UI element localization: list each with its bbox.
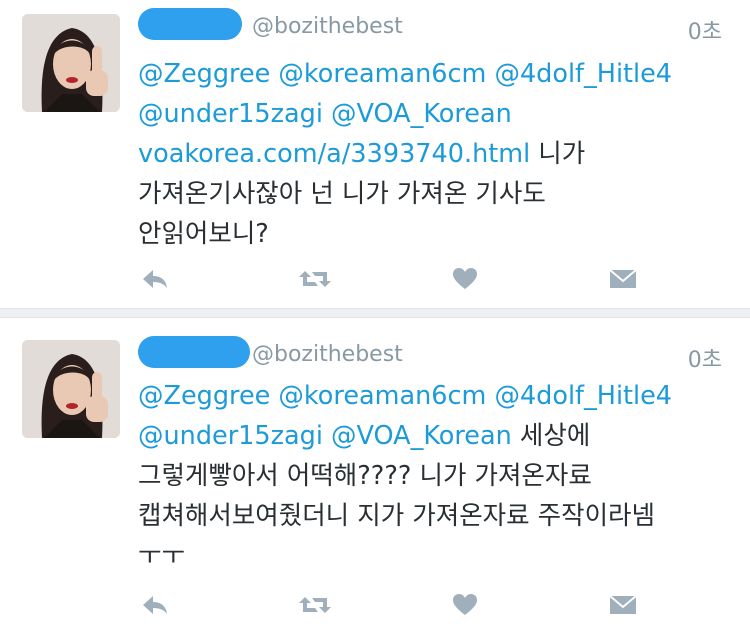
avatar-image: [22, 14, 120, 112]
like-button[interactable]: [448, 262, 482, 296]
text-segment: 니가: [530, 139, 586, 169]
message-icon: [609, 269, 637, 288]
mention-links[interactable]: @Zeggree @koreaman6cm @4dolf_Hitle4: [138, 59, 672, 89]
mention-links[interactable]: @Zeggree @koreaman6cm @4dolf_Hitle4: [138, 381, 672, 411]
tweet[interactable]: @bozithebest 0초 @Zeggree @koreaman6cm @4…: [0, 0, 750, 310]
tweet-actions: [138, 262, 658, 298]
user-handle[interactable]: @bozithebest: [252, 342, 403, 367]
reply-icon: [143, 270, 167, 288]
avatar[interactable]: [22, 340, 120, 438]
user-handle[interactable]: @bozithebest: [252, 14, 403, 39]
mention-links[interactable]: @under15zagi @VOA_Korean: [138, 99, 512, 129]
like-icon: [453, 268, 477, 289]
like-icon: [453, 594, 477, 615]
redacted-name: [138, 8, 242, 40]
redacted-name: [138, 336, 250, 368]
tweet[interactable]: @bozithebest 0초 @Zeggree @koreaman6cm @4…: [0, 318, 750, 615]
timestamp[interactable]: 0초: [688, 342, 722, 374]
message-icon: [609, 595, 637, 614]
message-button[interactable]: [606, 588, 640, 622]
retweet-button[interactable]: [298, 262, 332, 296]
retweet-icon: [299, 597, 331, 613]
reply-button[interactable]: [138, 262, 172, 296]
text-segment: 세상에: [511, 421, 591, 451]
like-button[interactable]: [448, 588, 482, 622]
retweet-icon: [299, 271, 331, 287]
timestamp[interactable]: 0초: [688, 14, 722, 46]
reply-button[interactable]: [138, 588, 172, 622]
tweet-actions: [138, 588, 658, 624]
mention-links[interactable]: @under15zagi @VOA_Korean: [138, 421, 512, 451]
reply-icon: [143, 596, 167, 614]
text-line: 안읽어보니?: [138, 219, 269, 249]
tweet-text: @Zeggree @koreaman6cm @4dolf_Hitle4 @und…: [138, 54, 738, 254]
text-line: 그렇게빻아서 어떡해???? 니가 가져온자료: [138, 461, 592, 491]
text-line: 캡쳐해서보여줬더니 지가 가져온자료 주작이라넴: [138, 501, 655, 531]
text-line: 가져온기사잖아 넌 니가 가져온 기사도: [138, 179, 546, 209]
message-button[interactable]: [606, 262, 640, 296]
avatar-image: [22, 340, 120, 438]
text-line: ㅜㅜ: [138, 541, 185, 571]
retweet-button[interactable]: [298, 588, 332, 622]
tweet-text: @Zeggree @koreaman6cm @4dolf_Hitle4 @und…: [138, 376, 738, 576]
url-link[interactable]: voakorea.com/a/3393740.html: [138, 139, 530, 169]
tweet-divider: [0, 308, 750, 318]
avatar[interactable]: [22, 14, 120, 112]
